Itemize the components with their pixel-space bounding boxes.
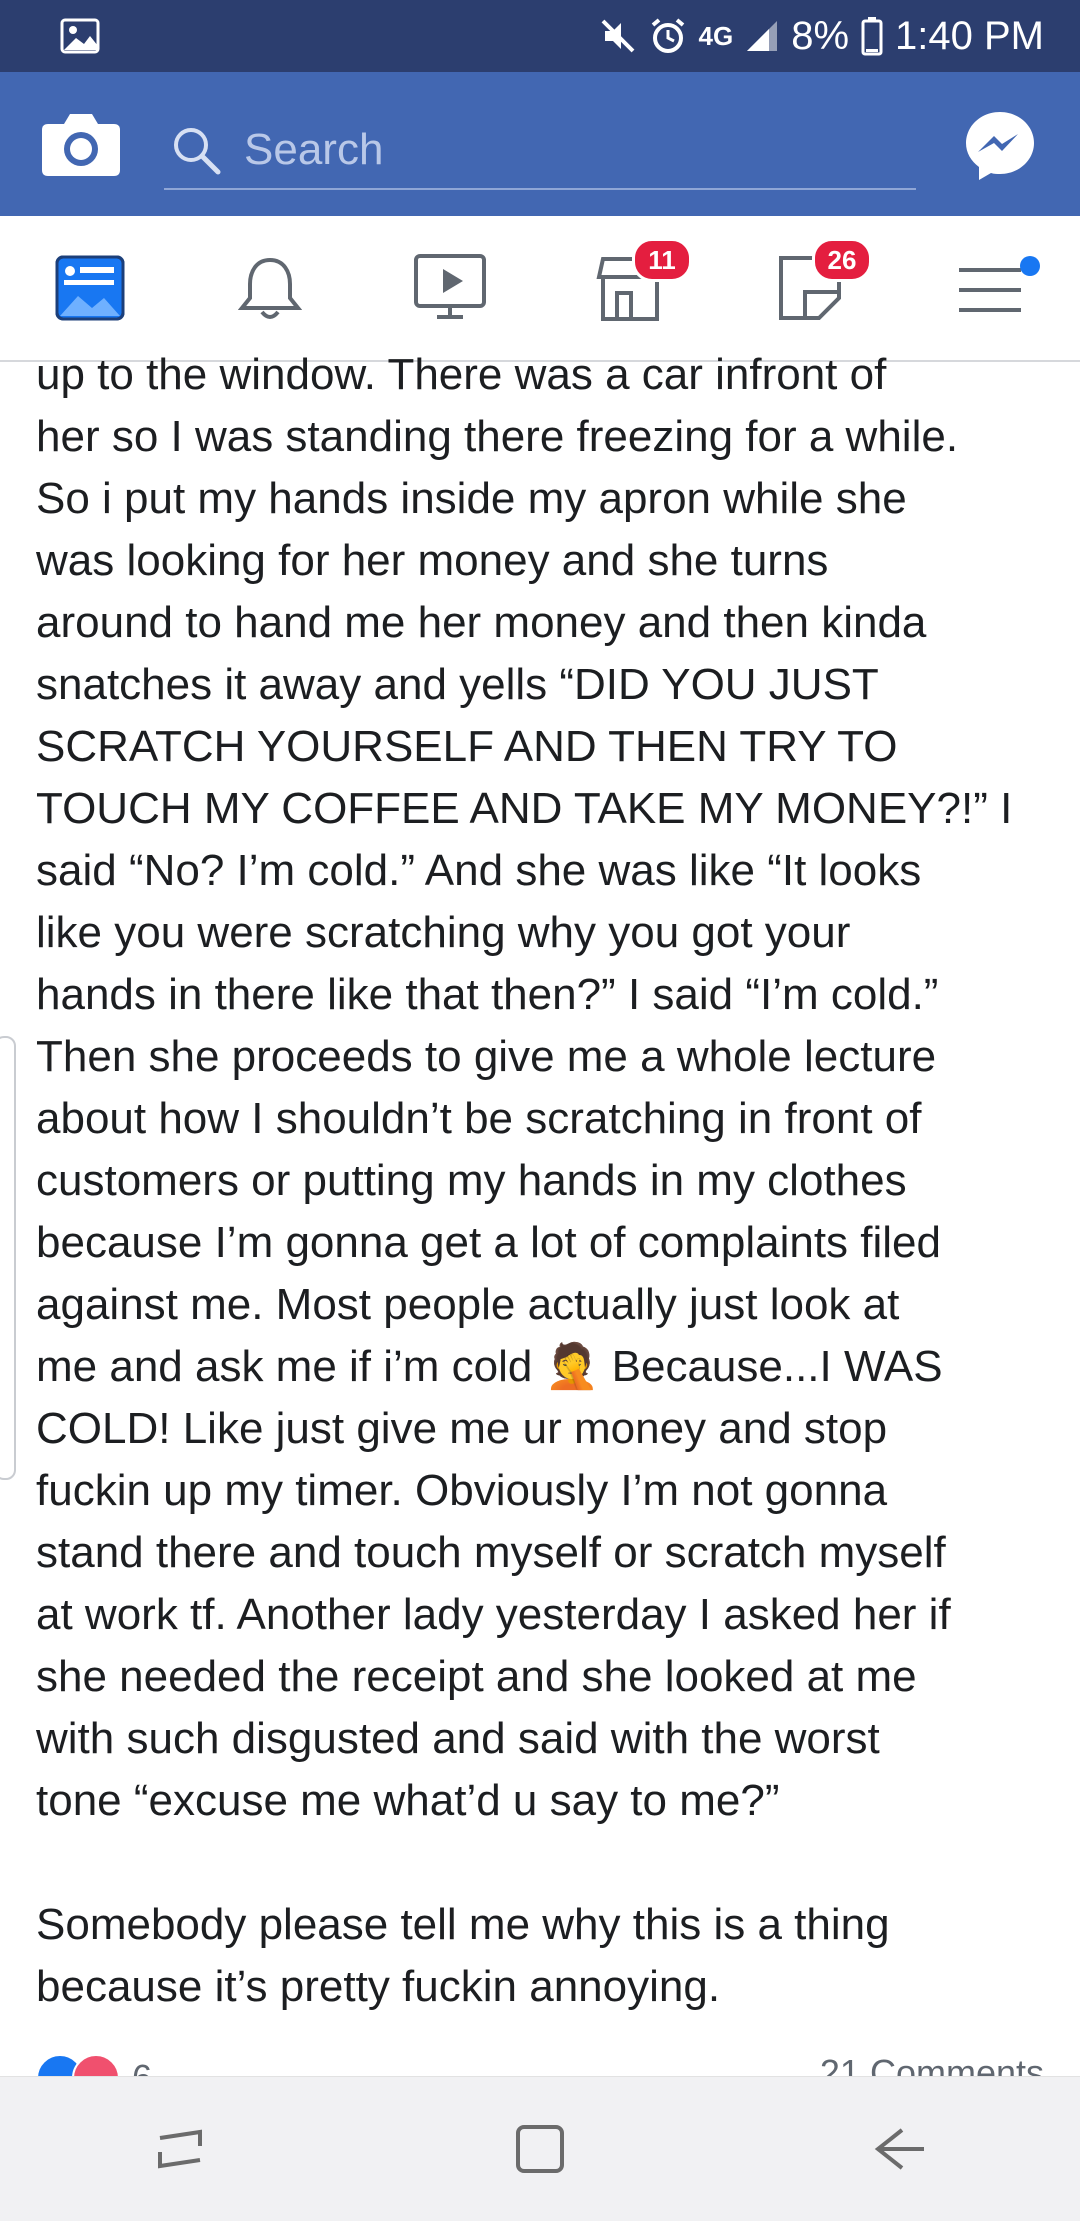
messenger-button[interactable]	[962, 108, 1038, 184]
tab-menu[interactable]	[930, 228, 1050, 348]
status-bar: 4G 8% 1:40 PM	[0, 0, 1080, 72]
marketplace-badge: 11	[632, 238, 692, 282]
camera-button[interactable]	[40, 108, 122, 178]
tab-marketplace[interactable]: 11	[570, 228, 692, 348]
mute-icon	[601, 19, 634, 53]
system-nav-bar	[0, 2076, 1080, 2221]
alarm-icon	[651, 18, 684, 53]
tab-notifications[interactable]	[210, 228, 330, 348]
news-feed-icon	[55, 255, 125, 321]
signal-icon	[747, 21, 778, 51]
video-icon	[414, 254, 486, 319]
back-button[interactable]	[855, 2104, 945, 2194]
back-arrow-icon	[874, 2128, 924, 2170]
network-type: 4G	[698, 20, 734, 51]
camera-icon	[42, 114, 120, 176]
menu-icon	[959, 268, 1021, 312]
messenger-icon	[966, 112, 1034, 180]
search-icon	[174, 128, 221, 175]
battery-icon	[861, 17, 883, 56]
home-icon	[516, 2125, 564, 2173]
bell-icon	[238, 257, 302, 319]
gallery-icon	[60, 18, 100, 54]
tab-watch[interactable]	[390, 228, 510, 348]
recent-apps-icon	[158, 2129, 202, 2169]
nav-tabs: 11 26	[0, 216, 1080, 362]
home-button[interactable]	[495, 2104, 585, 2194]
tab-news-feed[interactable]	[30, 228, 150, 348]
menu-notification-dot	[1020, 256, 1040, 276]
battery-percent: 8%	[791, 13, 850, 58]
post-text: up to the window. There was a car infron…	[36, 350, 1013, 2011]
pages-badge: 26	[812, 238, 872, 282]
clock: 1:40 PM	[895, 13, 1044, 58]
search-bar[interactable]	[164, 112, 916, 190]
edge-panel-handle[interactable]	[0, 1036, 16, 1480]
app-header	[0, 72, 1080, 216]
tab-pages[interactable]: 26	[750, 228, 872, 348]
recent-apps-button[interactable]	[135, 2104, 225, 2194]
search-input[interactable]	[242, 124, 866, 176]
